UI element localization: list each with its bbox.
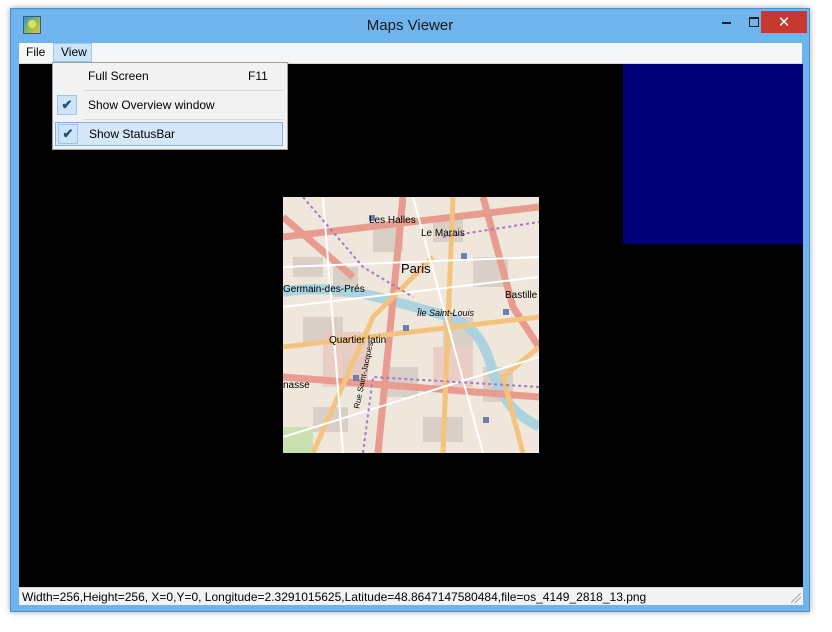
- minimize-icon: [721, 22, 731, 24]
- title-bar[interactable]: Maps Viewer ✕: [11, 9, 809, 43]
- map-label: Germain-des-Prés: [283, 284, 365, 295]
- menu-view[interactable]: View: [53, 43, 92, 62]
- view-menu-dropdown: Full Screen F11 ✔ Show Overview window ✔…: [52, 62, 288, 150]
- status-bar: Width=256,Height=256, X=0,Y=0, Longitude…: [19, 587, 803, 605]
- close-icon: ✕: [777, 13, 791, 31]
- menu-file[interactable]: File: [19, 43, 51, 62]
- checkmark-icon: ✔: [58, 124, 78, 144]
- close-button[interactable]: ✕: [761, 11, 807, 33]
- resize-grip-icon[interactable]: [791, 593, 801, 603]
- menu-item-show-statusbar[interactable]: ✔ Show StatusBar: [55, 122, 283, 146]
- map-label: Les Halles: [369, 215, 416, 226]
- checkmark-icon: ✔: [57, 95, 77, 115]
- map-label: Bastille: [505, 290, 538, 301]
- minimize-button[interactable]: [713, 11, 739, 33]
- menu-bar: File View: [19, 43, 802, 64]
- status-text: Width=256,Height=256, X=0,Y=0, Longitude…: [22, 590, 647, 604]
- menu-separator: [83, 90, 283, 91]
- map-label: Le Marais: [421, 228, 465, 239]
- map-label: nasse: [283, 380, 310, 391]
- menu-separator: [83, 119, 283, 120]
- window-title: Maps Viewer: [366, 17, 454, 34]
- menu-item-label: Show StatusBar: [89, 127, 176, 141]
- menu-item-full-screen[interactable]: Full Screen F11: [55, 65, 283, 87]
- map-label: Quartier latin: [329, 335, 386, 346]
- maximize-icon: [749, 17, 759, 27]
- menu-item-label: Full Screen: [88, 69, 149, 83]
- map-label: Île Saint-Louis: [417, 308, 475, 318]
- map-label: Paris: [401, 261, 431, 276]
- overview-window[interactable]: [623, 64, 803, 244]
- map-tile[interactable]: Les Halles Le Marais Paris Germain-des-P…: [283, 197, 539, 453]
- menu-item-show-overview-window[interactable]: ✔ Show Overview window: [55, 94, 283, 116]
- menu-item-shortcut: F11: [248, 69, 268, 83]
- menu-item-label: Show Overview window: [88, 98, 215, 112]
